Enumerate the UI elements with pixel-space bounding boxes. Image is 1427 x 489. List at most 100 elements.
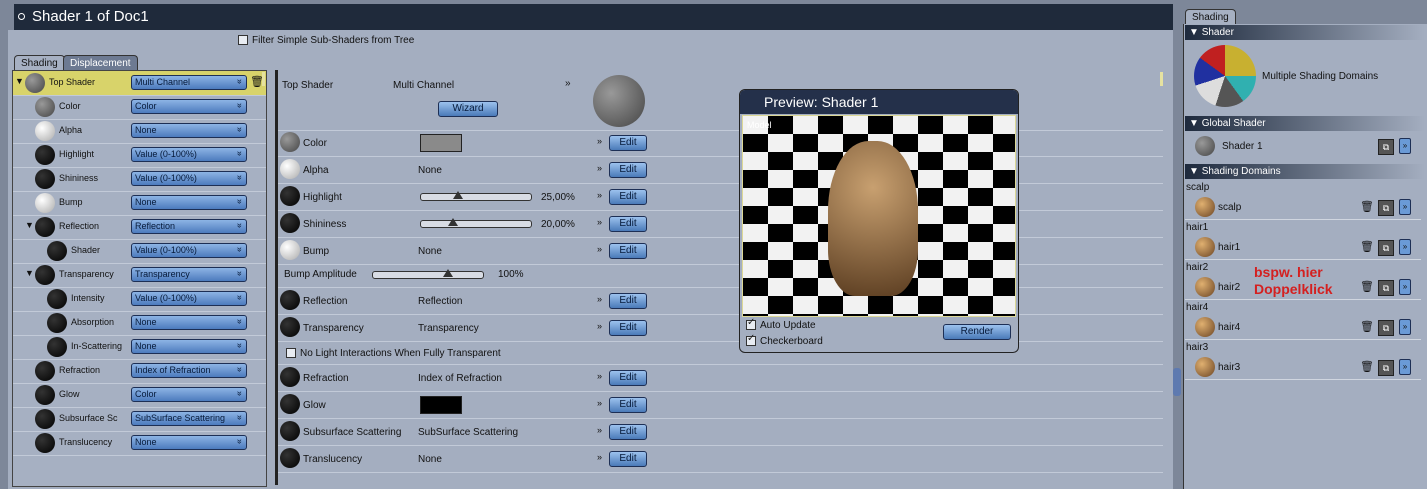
tree-row[interactable]: ▼Top ShaderMulti Channel🗑 <box>13 71 266 96</box>
domain-dropdown-button[interactable]: » <box>1399 199 1411 215</box>
shader-type-select[interactable]: None <box>131 195 247 210</box>
edit-button[interactable]: Edit <box>609 135 647 151</box>
shader-type-select[interactable]: None <box>131 435 247 450</box>
chevron-down-icon[interactable]: » <box>597 425 602 435</box>
tree-row[interactable]: Intensity Value (0-100%) <box>13 287 266 312</box>
shader-type-select[interactable]: None <box>131 315 247 330</box>
top-shader-value[interactable]: Multi Channel <box>393 80 454 91</box>
domain-name[interactable]: hair2 <box>1218 282 1240 293</box>
slider-handle[interactable] <box>448 218 458 226</box>
no-light-checkbox[interactable]: No Light Interactions When Fully Transpa… <box>286 348 501 359</box>
edit-button[interactable]: Edit <box>609 162 647 178</box>
value-slider[interactable] <box>420 218 532 228</box>
slider-handle[interactable] <box>453 191 463 199</box>
chevron-down-icon[interactable]: » <box>597 398 602 408</box>
edit-button[interactable]: Edit <box>609 189 647 205</box>
expand-triangle-icon[interactable]: ▼ <box>25 268 34 278</box>
tree-row[interactable]: Shininess Value (0-100%) <box>13 167 266 192</box>
shader-type-select[interactable]: None <box>131 339 247 354</box>
filter-checkbox[interactable]: Filter Simple Sub-Shaders from Tree <box>238 35 414 46</box>
global-dropdown-button[interactable]: » <box>1399 138 1411 154</box>
chevron-down-icon[interactable]: » <box>597 321 602 331</box>
shader-type-select[interactable]: Transparency <box>131 267 247 282</box>
shader-tree-icon[interactable]: ⧉ <box>1378 240 1394 256</box>
shader-tree-icon[interactable]: ⧉ <box>1378 280 1394 296</box>
tree-row[interactable]: Absorption None <box>13 311 266 336</box>
tree-row[interactable]: ▼ Reflection Reflection <box>13 215 266 240</box>
chevron-down-icon[interactable]: » <box>597 136 602 146</box>
domain-name[interactable]: hair3 <box>1218 362 1240 373</box>
edit-button[interactable]: Edit <box>609 320 647 336</box>
wizard-button[interactable]: Wizard <box>438 101 498 117</box>
domain-name[interactable]: hair4 <box>1218 322 1240 333</box>
tree-row[interactable]: Shader Value (0-100%) <box>13 239 266 264</box>
shader-type-select[interactable]: Color <box>131 387 247 402</box>
tree-row[interactable]: Highlight Value (0-100%) <box>13 143 266 168</box>
tree-row[interactable]: Alpha None <box>13 119 266 144</box>
tree-row[interactable]: Color Color <box>13 95 266 120</box>
expand-triangle-icon[interactable]: ▼ <box>25 220 34 230</box>
edit-button[interactable]: Edit <box>609 424 647 440</box>
chevron-down-icon[interactable]: » <box>597 217 602 227</box>
shader-type-select[interactable]: None <box>131 123 247 138</box>
trash-icon[interactable]: 🗑 <box>1360 200 1374 213</box>
domain-name[interactable]: scalp <box>1218 202 1241 213</box>
window-menu-icon[interactable] <box>18 13 25 20</box>
shader-tree-icon[interactable]: ⧉ <box>1378 320 1394 336</box>
expand-triangle-icon[interactable]: ▼ <box>15 76 24 86</box>
shader-tree-icon[interactable]: ⧉ <box>1378 200 1394 216</box>
domain-dropdown-button[interactable]: » <box>1399 319 1411 335</box>
tree-row[interactable]: Translucency None <box>13 431 266 456</box>
shader-type-select[interactable]: SubSurface Scattering <box>131 411 247 426</box>
shader-type-select[interactable]: Multi Channel <box>131 75 247 90</box>
global-shader-header[interactable]: ▼ Global Shader <box>1185 116 1425 131</box>
tree-row[interactable]: Refraction Index of Refraction <box>13 359 266 384</box>
shader-section-header[interactable]: ▼ Shader <box>1185 25 1425 40</box>
trash-icon[interactable]: 🗑 <box>1360 280 1374 293</box>
shader-type-select[interactable]: Reflection <box>131 219 247 234</box>
shader-type-select[interactable]: Value (0-100%) <box>131 171 247 186</box>
chevron-down-icon[interactable]: » <box>565 78 571 89</box>
trash-icon[interactable]: 🗑 <box>1360 320 1374 333</box>
trash-icon[interactable]: 🗑 <box>1360 360 1374 373</box>
domain-dropdown-button[interactable]: » <box>1399 279 1411 295</box>
checkerboard-checkbox[interactable]: Checkerboard <box>746 333 823 347</box>
shader-type-select[interactable]: Value (0-100%) <box>131 243 247 258</box>
value-slider[interactable] <box>420 191 532 201</box>
chevron-down-icon[interactable]: » <box>597 294 602 304</box>
shading-domains-header[interactable]: ▼ Shading Domains <box>1185 164 1425 179</box>
shader-type-select[interactable]: Color <box>131 99 247 114</box>
tree-row[interactable]: In-Scattering None <box>13 335 266 360</box>
tree-scrollbar[interactable] <box>262 72 265 86</box>
color-swatch[interactable] <box>420 396 462 414</box>
shader-tree-icon[interactable]: ⧉ <box>1378 139 1394 155</box>
edit-button[interactable]: Edit <box>609 243 647 259</box>
tree-row[interactable]: Bump None <box>13 191 266 216</box>
shader-type-select[interactable]: Index of Refraction <box>131 363 247 378</box>
tree-row[interactable]: Glow Color <box>13 383 266 408</box>
edit-button[interactable]: Edit <box>609 451 647 467</box>
shader-type-select[interactable]: Value (0-100%) <box>131 291 247 306</box>
domain-name[interactable]: hair1 <box>1218 242 1240 253</box>
content-scrollbar[interactable] <box>1160 72 1163 86</box>
render-button[interactable]: Render <box>943 324 1011 340</box>
chevron-down-icon[interactable]: » <box>597 163 602 173</box>
chevron-down-icon[interactable]: » <box>597 452 602 462</box>
edit-button[interactable]: Edit <box>609 216 647 232</box>
checkbox-icon[interactable] <box>238 35 248 46</box>
tree-row[interactable]: Subsurface Sc SubSurface Scattering <box>13 407 266 432</box>
edit-button[interactable]: Edit <box>609 397 647 413</box>
chevron-down-icon[interactable]: » <box>597 244 602 254</box>
edit-button[interactable]: Edit <box>609 293 647 309</box>
domain-dropdown-button[interactable]: » <box>1399 359 1411 375</box>
domain-dropdown-button[interactable]: » <box>1399 239 1411 255</box>
chevron-down-icon[interactable]: » <box>597 371 602 381</box>
bump-amplitude-slider[interactable] <box>372 269 484 279</box>
auto-update-checkbox[interactable]: Auto Update <box>746 317 816 331</box>
slider-handle[interactable] <box>443 269 453 277</box>
tree-row[interactable]: ▼ Transparency Transparency <box>13 263 266 288</box>
trash-icon[interactable]: 🗑 <box>1360 240 1374 253</box>
edit-button[interactable]: Edit <box>609 370 647 386</box>
panel-splitter[interactable] <box>1173 368 1181 396</box>
shader-tree-icon[interactable]: ⧉ <box>1378 360 1394 376</box>
